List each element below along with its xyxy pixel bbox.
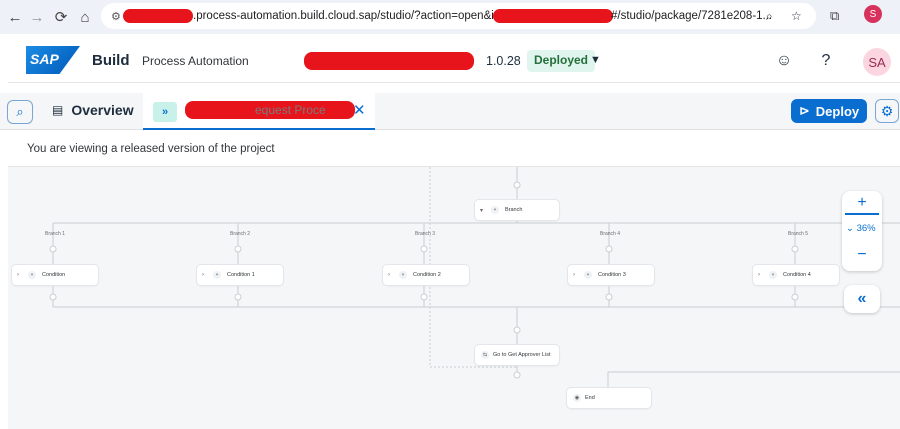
end-node-label: End [585,395,595,401]
user-avatar[interactable]: SA [863,48,891,76]
collapse-panel-button[interactable]: « [844,285,880,313]
info-message-strip: You are viewing a released version of th… [8,132,900,167]
branch-label-2: Branch 2 [230,231,251,237]
close-icon[interactable]: ✕ [353,101,366,119]
condition-label: Condition 1 [227,272,255,278]
settings-gear-icon[interactable]: ⚙ [875,99,899,123]
browser-toolbar: ← → ⟳ ⌂ ⚙ .process-automation.build.clou… [0,0,900,34]
deploy-button[interactable]: ⊳ Deploy [791,99,867,123]
branch-label-1: Branch 1 [45,231,66,237]
chevron-right-icon[interactable]: › [202,272,204,278]
deploy-icon: ⊳ [798,103,810,118]
shell-header: SAP Build Process Automation 1.0.28 Depl… [8,40,900,83]
goto-node-label: Go to Get Approver List [493,352,551,358]
chevron-down-icon[interactable]: ▾ [480,207,483,214]
sap-logo[interactable]: SAP [26,46,80,74]
branch-node[interactable]: ▾ ⑂ Branch [475,200,559,220]
condition-icon: ⑂ [28,271,36,279]
redaction [123,9,193,23]
profile-avatar[interactable]: S [864,5,882,23]
deploy-label: Deploy [815,103,860,119]
zoom-controls: + ⌄ 36% − [842,191,882,271]
site-info-icon[interactable]: ⚙ [111,10,121,23]
condition-node[interactable]: › ⑂ Condition 1 [197,265,283,285]
goto-icon: ⇆ [481,351,489,359]
reload-icon[interactable]: ⟳ [50,6,72,28]
help-icon[interactable]: ? [815,50,837,72]
tab-overview[interactable]: ▤ Overview [52,102,134,118]
end-icon: ◉ [573,394,581,402]
info-message: You are viewing a released version of th… [27,143,275,155]
bookmark-star-icon[interactable]: ☆ [791,9,802,23]
tab-process[interactable]: » equest Proce ✕ [143,93,375,130]
chevron-down-icon: ⌄ [846,223,854,234]
process-canvas[interactable]: ▾ ⑂ Branch Branch 1 Branch 2 Branch 3 Br… [8,167,900,429]
tab-process-label: equest Proce [255,103,326,117]
editor-tabbar: ⌕ ▤ Overview » equest Proce ✕ ⊳ Deploy ⚙ [0,93,900,130]
extensions-icon[interactable]: ⧉ [830,8,839,24]
overview-icon: ▤ [52,103,64,117]
condition-label: Condition 3 [598,272,626,278]
redaction [493,9,613,23]
chevron-right-icon[interactable]: › [388,272,390,278]
condition-label: Condition [42,272,66,278]
zoom-level-dropdown[interactable]: ⌄ 36% [846,223,876,234]
zoom-level-value: 36% [856,223,876,234]
condition-node[interactable]: › ⑂ Condition 4 [753,265,839,285]
forward-icon[interactable]: → [26,6,48,28]
condition-icon: ⑂ [399,271,407,279]
condition-node[interactable]: › ⑂ Condition 2 [383,265,469,285]
goto-node[interactable]: ⇆ Go to Get Approver List [475,345,559,365]
version-dropdown-icon[interactable]: ▼ [590,54,601,66]
search-icon[interactable]: ⌕ [7,100,33,124]
status-badge: Deployed [527,50,596,72]
branch-node-label: Branch [505,207,523,213]
end-node[interactable]: ◉ End [567,388,651,408]
condition-node[interactable]: › ⑂ Condition [12,265,98,285]
condition-label: Condition 2 [413,272,441,278]
chevron-right-icon[interactable]: › [573,272,575,278]
chevron-right-icon[interactable]: › [17,272,19,278]
condition-label: Condition 4 [783,272,811,278]
product-name: Process Automation [142,54,249,68]
url-tail-text: #/studio/package/7281e208-1... [611,10,773,22]
tab-overview-label: Overview [71,102,134,118]
joule-assistant-icon[interactable]: ☺ [773,50,795,72]
process-icon: » [153,102,177,122]
condition-icon: ⑂ [769,271,777,279]
condition-node[interactable]: › ⑂ Condition 3 [568,265,654,285]
branch-label-5: Branch 5 [788,231,809,237]
brand-title: Build [92,52,130,69]
version-label: 1.0.28 [486,54,521,68]
home-icon[interactable]: ⌂ [74,6,96,28]
branch-icon: ⑂ [491,206,499,214]
condition-icon: ⑂ [584,271,592,279]
zoom-page-icon[interactable]: ⌕ [766,9,773,24]
redaction [304,52,474,70]
address-bar[interactable]: ⚙ .process-automation.build.cloud.sap/st… [101,3,816,29]
chevron-right-icon[interactable]: › [758,272,760,278]
branch-label-3: Branch 3 [415,231,436,237]
back-icon[interactable]: ← [4,6,26,28]
zoom-in-button[interactable]: + [845,193,879,215]
url-text: .process-automation.build.cloud.sap/stud… [193,10,532,22]
connectors [49,167,900,389]
condition-icon: ⑂ [213,271,221,279]
branch-label-4: Branch 4 [600,231,621,237]
zoom-out-button[interactable]: − [845,245,879,265]
